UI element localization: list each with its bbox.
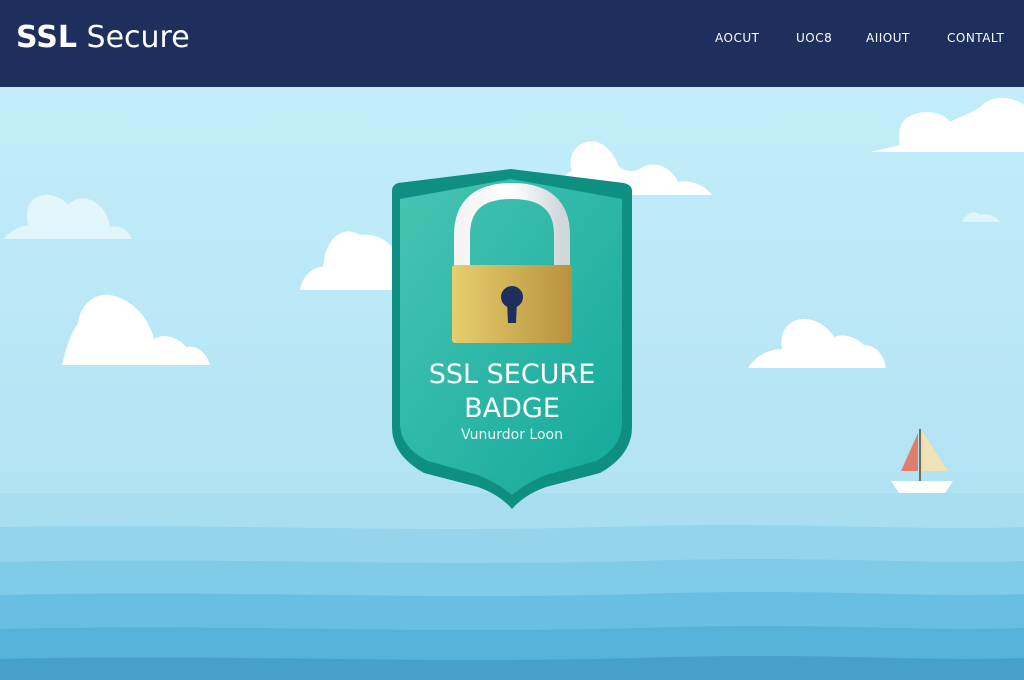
nav-link-docs[interactable]: UOC8 — [796, 30, 832, 46]
hero-scene: SSL SECURE BADGE Vunurdor Loon — [0, 87, 1024, 680]
nav-link-about[interactable]: AOCUT — [715, 30, 759, 46]
badge-subtitle: Vunurdor Loon — [461, 427, 563, 443]
badge-title-line1: SSL SECURE — [428, 359, 596, 390]
nav-link-about-2[interactable]: AIIOUT — [866, 30, 910, 46]
nav-link-contact[interactable]: CONTALT — [947, 30, 1004, 46]
logo-bold-text: SSL — [16, 20, 77, 55]
site-logo[interactable]: SSL Secure — [16, 18, 190, 58]
logo-light-text: Secure — [76, 20, 190, 55]
site-header: SSL Secure AOCUT UOC8 AIIOUT CONTALT — [0, 0, 1024, 87]
badge-title-line2: BADGE — [464, 393, 560, 424]
